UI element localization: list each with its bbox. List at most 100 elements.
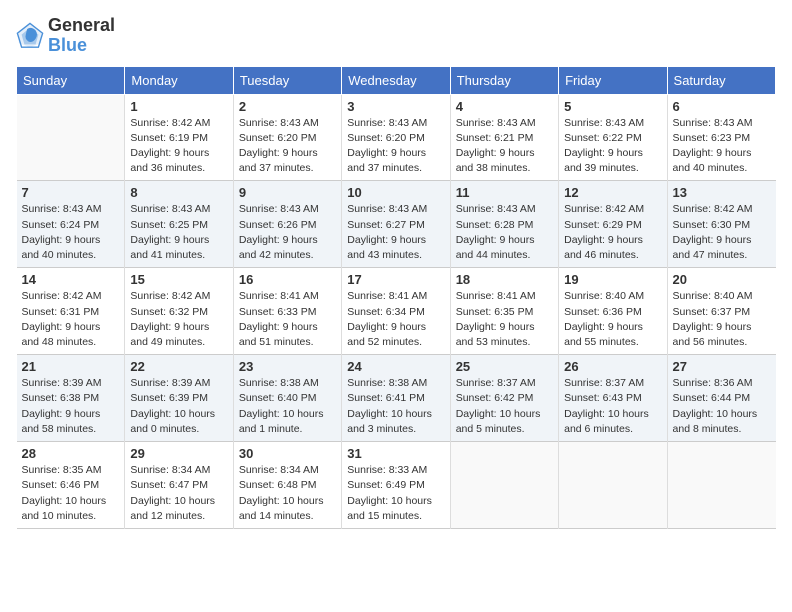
day-header-monday: Monday (125, 66, 233, 94)
day-info: Sunrise: 8:36 AM Sunset: 6:44 PM Dayligh… (673, 376, 771, 437)
day-info: Sunrise: 8:41 AM Sunset: 6:33 PM Dayligh… (239, 289, 336, 350)
day-info: Sunrise: 8:35 AM Sunset: 6:46 PM Dayligh… (22, 463, 120, 524)
day-number: 14 (22, 272, 120, 287)
day-number: 24 (347, 359, 444, 374)
logo-icon (16, 22, 44, 50)
day-number: 30 (239, 446, 336, 461)
day-header-sunday: Sunday (17, 66, 125, 94)
day-info: Sunrise: 8:39 AM Sunset: 6:39 PM Dayligh… (130, 376, 227, 437)
day-info: Sunrise: 8:42 AM Sunset: 6:31 PM Dayligh… (22, 289, 120, 350)
day-number: 8 (130, 185, 227, 200)
day-info: Sunrise: 8:42 AM Sunset: 6:19 PM Dayligh… (130, 116, 227, 177)
day-info: Sunrise: 8:43 AM Sunset: 6:20 PM Dayligh… (239, 116, 336, 177)
day-number: 25 (456, 359, 553, 374)
calendar-cell: 4 Sunrise: 8:43 AM Sunset: 6:21 PM Daylig… (450, 94, 558, 181)
calendar-cell: 16Sunrise: 8:41 AM Sunset: 6:33 PM Dayli… (233, 268, 341, 355)
logo-text: General Blue (48, 16, 115, 56)
day-number: 4 (456, 99, 553, 114)
day-header-saturday: Saturday (667, 66, 775, 94)
day-number: 28 (22, 446, 120, 461)
calendar-cell: 9 Sunrise: 8:43 AM Sunset: 6:26 PM Daylig… (233, 181, 341, 268)
day-number: 19 (564, 272, 661, 287)
calendar-cell: 20Sunrise: 8:40 AM Sunset: 6:37 PM Dayli… (667, 268, 775, 355)
day-info: Sunrise: 8:40 AM Sunset: 6:36 PM Dayligh… (564, 289, 661, 350)
day-header-friday: Friday (559, 66, 667, 94)
calendar-cell: 30 Sunrise: 8:34 AM Sunset: 6:48 PM Dayli… (233, 442, 341, 529)
day-info: Sunrise: 8:43 AM Sunset: 6:24 PM Dayligh… (22, 202, 120, 263)
page-header: General Blue (16, 16, 776, 56)
day-number: 27 (673, 359, 771, 374)
calendar-cell: 17 Sunrise: 8:41 AM Sunset: 6:34 PM Dayli… (342, 268, 450, 355)
day-info: Sunrise: 8:43 AM Sunset: 6:23 PM Dayligh… (673, 116, 771, 177)
day-info: Sunrise: 8:43 AM Sunset: 6:26 PM Dayligh… (239, 202, 336, 263)
calendar-cell: 1 Sunrise: 8:42 AM Sunset: 6:19 PM Daylig… (125, 94, 233, 181)
day-number: 3 (347, 99, 444, 114)
day-info: Sunrise: 8:43 AM Sunset: 6:20 PM Dayligh… (347, 116, 444, 177)
day-info: Sunrise: 8:41 AM Sunset: 6:34 PM Dayligh… (347, 289, 444, 350)
day-number: 13 (673, 185, 771, 200)
calendar-table: SundayMondayTuesdayWednesdayThursdayFrid… (16, 66, 776, 529)
day-info: Sunrise: 8:38 AM Sunset: 6:41 PM Dayligh… (347, 376, 444, 437)
day-number: 23 (239, 359, 336, 374)
calendar-cell: 15Sunrise: 8:42 AM Sunset: 6:32 PM Dayli… (125, 268, 233, 355)
calendar-cell (450, 442, 558, 529)
calendar-cell: 5 Sunrise: 8:43 AM Sunset: 6:22 PM Daylig… (559, 94, 667, 181)
day-number: 5 (564, 99, 661, 114)
day-info: Sunrise: 8:42 AM Sunset: 6:30 PM Dayligh… (673, 202, 771, 263)
day-number: 17 (347, 272, 444, 287)
calendar-cell: 12 Sunrise: 8:42 AM Sunset: 6:29 PM Dayli… (559, 181, 667, 268)
day-info: Sunrise: 8:43 AM Sunset: 6:21 PM Dayligh… (456, 116, 553, 177)
calendar-week-row: 1 Sunrise: 8:42 AM Sunset: 6:19 PM Daylig… (17, 94, 776, 181)
day-info: Sunrise: 8:37 AM Sunset: 6:42 PM Dayligh… (456, 376, 553, 437)
calendar-cell: 2Sunrise: 8:43 AM Sunset: 6:20 PM Daylig… (233, 94, 341, 181)
day-number: 11 (456, 185, 553, 200)
calendar-week-row: 14 Sunrise: 8:42 AM Sunset: 6:31 PM Dayli… (17, 268, 776, 355)
day-info: Sunrise: 8:43 AM Sunset: 6:27 PM Dayligh… (347, 202, 444, 263)
calendar-cell: 19 Sunrise: 8:40 AM Sunset: 6:36 PM Dayli… (559, 268, 667, 355)
day-number: 26 (564, 359, 661, 374)
calendar-cell: 8 Sunrise: 8:43 AM Sunset: 6:25 PM Daylig… (125, 181, 233, 268)
calendar-week-row: 7Sunrise: 8:43 AM Sunset: 6:24 PM Daylig… (17, 181, 776, 268)
day-info: Sunrise: 8:34 AM Sunset: 6:48 PM Dayligh… (239, 463, 336, 524)
calendar-cell: 24 Sunrise: 8:38 AM Sunset: 6:41 PM Dayli… (342, 355, 450, 442)
day-number: 31 (347, 446, 444, 461)
calendar-cell: 11 Sunrise: 8:43 AM Sunset: 6:28 PM Dayli… (450, 181, 558, 268)
day-info: Sunrise: 8:41 AM Sunset: 6:35 PM Dayligh… (456, 289, 553, 350)
day-number: 1 (130, 99, 227, 114)
day-number: 29 (130, 446, 227, 461)
logo: General Blue (16, 16, 115, 56)
day-number: 18 (456, 272, 553, 287)
day-info: Sunrise: 8:39 AM Sunset: 6:38 PM Dayligh… (22, 376, 120, 437)
calendar-cell: 13 Sunrise: 8:42 AM Sunset: 6:30 PM Dayli… (667, 181, 775, 268)
calendar-cell: 31 Sunrise: 8:33 AM Sunset: 6:49 PM Dayli… (342, 442, 450, 529)
calendar-cell: 18 Sunrise: 8:41 AM Sunset: 6:35 PM Dayli… (450, 268, 558, 355)
calendar-cell: 29 Sunrise: 8:34 AM Sunset: 6:47 PM Dayli… (125, 442, 233, 529)
calendar-cell (17, 94, 125, 181)
calendar-cell: 27 Sunrise: 8:36 AM Sunset: 6:44 PM Dayli… (667, 355, 775, 442)
day-info: Sunrise: 8:42 AM Sunset: 6:32 PM Dayligh… (130, 289, 227, 350)
calendar-cell: 3 Sunrise: 8:43 AM Sunset: 6:20 PM Daylig… (342, 94, 450, 181)
calendar-cell: 21 Sunrise: 8:39 AM Sunset: 6:38 PM Dayli… (17, 355, 125, 442)
day-number: 12 (564, 185, 661, 200)
calendar-cell: 14 Sunrise: 8:42 AM Sunset: 6:31 PM Dayli… (17, 268, 125, 355)
calendar-cell: 25 Sunrise: 8:37 AM Sunset: 6:42 PM Dayli… (450, 355, 558, 442)
day-info: Sunrise: 8:38 AM Sunset: 6:40 PM Dayligh… (239, 376, 336, 437)
day-info: Sunrise: 8:37 AM Sunset: 6:43 PM Dayligh… (564, 376, 661, 437)
calendar-cell: 28 Sunrise: 8:35 AM Sunset: 6:46 PM Dayli… (17, 442, 125, 529)
calendar-cell (667, 442, 775, 529)
day-info: Sunrise: 8:43 AM Sunset: 6:28 PM Dayligh… (456, 202, 553, 263)
day-info: Sunrise: 8:33 AM Sunset: 6:49 PM Dayligh… (347, 463, 444, 524)
day-number: 9 (239, 185, 336, 200)
day-info: Sunrise: 8:43 AM Sunset: 6:25 PM Dayligh… (130, 202, 227, 263)
day-number: 20 (673, 272, 771, 287)
day-info: Sunrise: 8:43 AM Sunset: 6:22 PM Dayligh… (564, 116, 661, 177)
day-header-thursday: Thursday (450, 66, 558, 94)
calendar-header-row: SundayMondayTuesdayWednesdayThursdayFrid… (17, 66, 776, 94)
day-number: 22 (130, 359, 227, 374)
day-info: Sunrise: 8:34 AM Sunset: 6:47 PM Dayligh… (130, 463, 227, 524)
calendar-cell: 10Sunrise: 8:43 AM Sunset: 6:27 PM Dayli… (342, 181, 450, 268)
calendar-cell: 22 Sunrise: 8:39 AM Sunset: 6:39 PM Dayli… (125, 355, 233, 442)
day-number: 21 (22, 359, 120, 374)
day-info: Sunrise: 8:42 AM Sunset: 6:29 PM Dayligh… (564, 202, 661, 263)
calendar-cell: 7Sunrise: 8:43 AM Sunset: 6:24 PM Daylig… (17, 181, 125, 268)
